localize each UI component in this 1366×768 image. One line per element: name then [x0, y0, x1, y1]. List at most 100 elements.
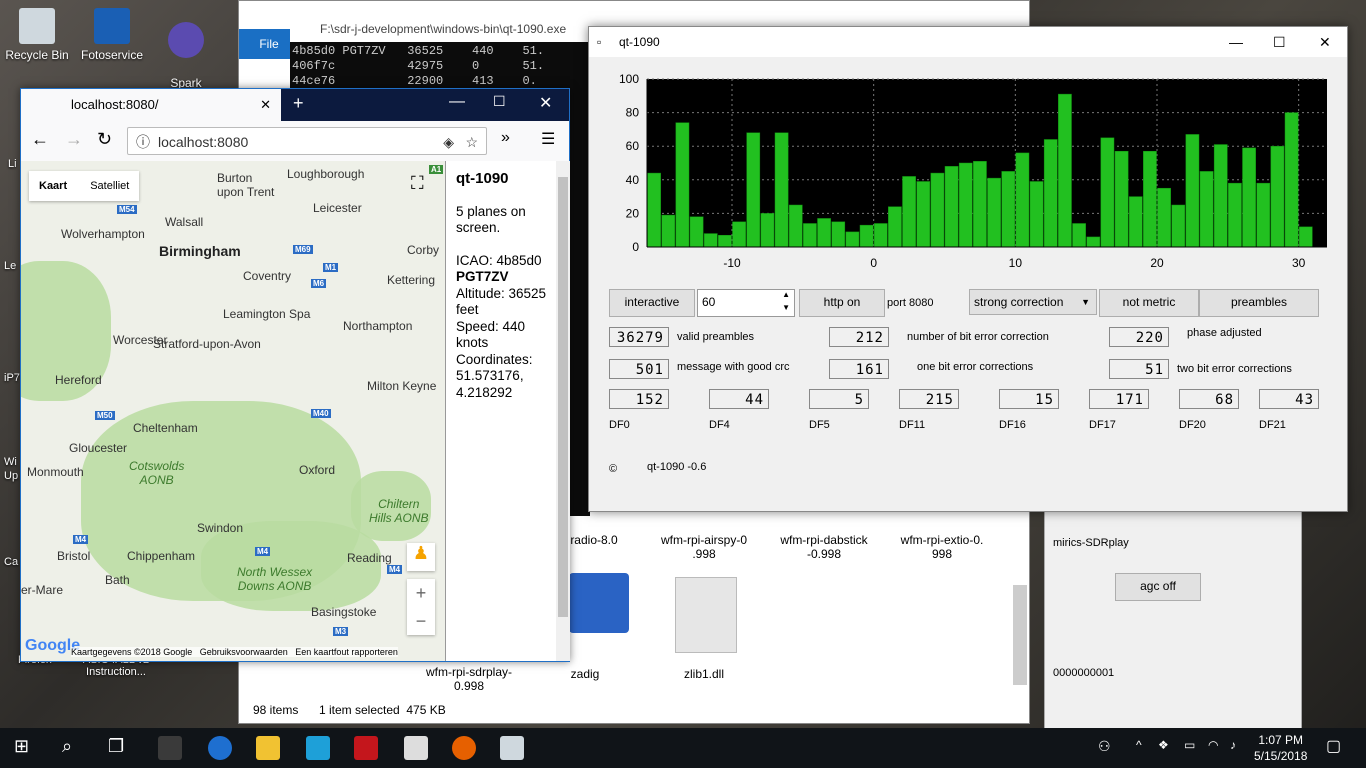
file-item[interactable]: wfm-rpi-dabstick -0.998 — [769, 533, 879, 561]
file-item[interactable]: wfm-rpi-airspy-0 .998 — [649, 533, 759, 561]
not-metric-button[interactable]: not metric — [1099, 289, 1199, 317]
histogram-bar — [1270, 145, 1285, 248]
road-shield: M4 — [387, 565, 403, 574]
http-on-button[interactable]: http on — [799, 289, 885, 317]
console-app-icon[interactable] — [500, 736, 524, 760]
spin-down-icon[interactable]: ▼ — [782, 303, 790, 312]
pocket-icon[interactable]: ◈ — [443, 128, 454, 156]
histogram-bar — [888, 206, 902, 248]
map-city-label: Oxford — [299, 463, 336, 477]
volume-icon[interactable]: ♪ — [1230, 738, 1236, 752]
correction-select[interactable]: strong correction ▼ — [969, 289, 1097, 315]
maximize-icon[interactable]: ☐ — [1273, 27, 1286, 57]
store-icon[interactable] — [158, 736, 182, 760]
forward-icon[interactable]: → — [65, 129, 83, 150]
notifications-icon[interactable]: ▢ — [1326, 736, 1341, 756]
file-explorer-icon[interactable] — [256, 736, 280, 760]
histogram-bar — [845, 231, 860, 248]
zoom-out-button[interactable]: − — [407, 607, 435, 635]
recycle-bin-icon[interactable]: Recycle Bin — [1, 8, 73, 62]
reload-icon[interactable]: ↻ — [97, 129, 112, 150]
file-item[interactable]: zadig — [555, 667, 615, 681]
phase-adjusted-lcd: 220 — [1109, 327, 1169, 347]
fullscreen-icon[interactable]: ⛶ — [411, 173, 424, 194]
minimize-icon[interactable]: — — [1229, 27, 1243, 57]
l-app-icon[interactable] — [306, 736, 330, 760]
y-tick-label: 100 — [619, 72, 639, 86]
copyright-icon: © — [609, 463, 618, 475]
close-icon[interactable]: ✕ — [1319, 27, 1331, 57]
file-item[interactable]: wfm-rpi-extio-0. 998 — [887, 533, 997, 561]
histogram-bar — [1242, 147, 1256, 248]
histogram-bar — [1171, 204, 1186, 248]
google-map[interactable]: Kaart Satelliet ⛶ ♟ + − Loughborough Burt… — [21, 161, 445, 661]
menu-icon[interactable]: ☰ — [541, 129, 555, 149]
edge-browser-icon[interactable] — [208, 736, 232, 760]
window-close-icon[interactable]: ✕ — [539, 93, 552, 113]
y-tick-label: 0 — [632, 240, 639, 254]
file-item[interactable]: wfm-rpi-sdrplay- 0.998 — [409, 665, 529, 693]
dll-file-icon — [675, 577, 737, 653]
mail-icon[interactable] — [404, 736, 428, 760]
clock[interactable]: 1:07 PM 5/15/2018 — [1254, 732, 1307, 764]
close-icon[interactable]: ✕ — [260, 89, 271, 121]
file-item[interactable]: zlib1.dll — [669, 667, 739, 681]
explorer-scrollbar[interactable] — [1013, 585, 1027, 685]
info-icon[interactable]: ⓘ — [136, 128, 150, 156]
maximize-icon[interactable]: ☐ — [493, 93, 506, 110]
histogram-bar — [718, 234, 732, 248]
spin-up-icon[interactable]: ▲ — [782, 290, 790, 299]
wifi-icon[interactable]: ◠ — [1208, 738, 1218, 752]
url-bar[interactable]: ⓘ localhost:8080 ◈ ☆ — [127, 127, 487, 155]
people-icon[interactable]: ⚇ — [1098, 738, 1111, 755]
preamble-histogram: 0 20 40 60 80 100 -10 0 10 20 30 — [619, 72, 1327, 270]
scrollbar-thumb[interactable] — [558, 177, 568, 617]
zoom-in-button[interactable]: + — [407, 579, 435, 607]
map-type-satelliet[interactable]: Satelliet — [80, 180, 139, 192]
histogram-bar — [675, 122, 690, 248]
firefox-icon[interactable] — [452, 736, 476, 760]
interactive-button[interactable]: interactive — [609, 289, 695, 317]
df-counter-lcd: 5 — [809, 389, 869, 409]
correction-value: strong correction — [974, 295, 1064, 309]
street-view-pegman-icon[interactable]: ♟ — [407, 543, 435, 571]
road-shield: M4 — [73, 535, 89, 544]
task-view-icon[interactable]: ❐ — [108, 736, 124, 757]
panel-scrollbar[interactable] — [556, 161, 570, 661]
back-icon[interactable]: ← — [31, 129, 49, 150]
y-tick-label: 80 — [626, 106, 640, 120]
edge-label-ca: Ca — [4, 556, 19, 568]
battery-icon[interactable]: ▭ — [1184, 738, 1195, 752]
version-label: qt-1090 -0.6 — [647, 461, 707, 473]
browser-tab[interactable]: localhost:8080/ ✕ — [21, 89, 281, 121]
terms-link[interactable]: Gebruiksvoorwaarden — [200, 647, 288, 657]
road-shield: M4 — [255, 547, 271, 556]
search-icon[interactable]: ⌕ — [62, 736, 72, 757]
minimize-icon[interactable]: — — [449, 93, 465, 111]
bookmark-star-icon[interactable]: ☆ — [465, 128, 478, 156]
road-shield: M40 — [311, 409, 331, 418]
map-type-kaart[interactable]: Kaart — [29, 180, 77, 192]
mcafee-icon[interactable] — [354, 736, 378, 760]
console-title[interactable]: F:\sdr-j-development\windows-bin\qt-1090… — [290, 16, 590, 42]
edge-label-li: Li — [8, 158, 17, 170]
agc-off-button[interactable]: agc off — [1115, 573, 1201, 601]
df-label: DF16 — [999, 419, 1026, 431]
one-bit-label: one bit error corrections — [917, 361, 1034, 373]
fotoservice-label: Fotoservice — [80, 48, 144, 62]
overflow-icon[interactable]: » — [501, 129, 510, 147]
report-error-link[interactable]: Een kaartfout rapporteren — [295, 647, 398, 657]
tray-chevron-up-icon[interactable]: ^ — [1136, 738, 1142, 752]
dropbox-icon[interactable]: ❖ — [1158, 738, 1169, 752]
map-city-label: Hereford — [55, 373, 102, 387]
fotoservice-icon[interactable]: Fotoservice — [76, 8, 148, 62]
preambles-button[interactable]: preambles — [1199, 289, 1319, 317]
bit-error-corrections-lcd: 212 — [829, 327, 889, 347]
two-bit-label: two bit error corrections — [1177, 363, 1292, 375]
new-tab-icon[interactable]: + — [293, 93, 304, 114]
histogram-bar — [689, 216, 704, 248]
map-type-control: Kaart Satelliet — [29, 171, 140, 201]
start-windows-icon[interactable]: ⊞ — [14, 736, 29, 757]
zadig-file-icon — [569, 573, 629, 633]
interval-spinbox[interactable]: 60 ▲ ▼ — [697, 289, 795, 317]
